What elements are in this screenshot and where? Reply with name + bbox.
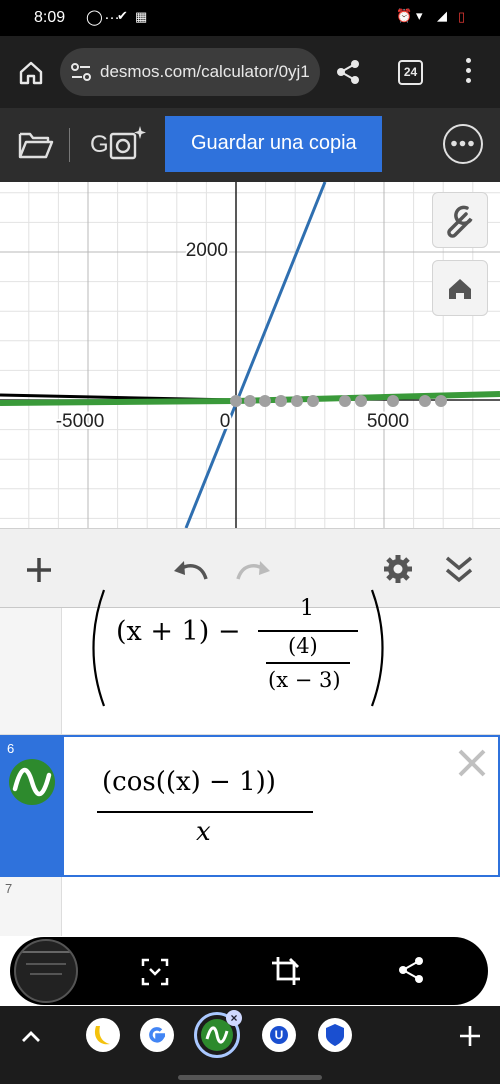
folder-open-icon[interactable] bbox=[18, 130, 54, 160]
home-icon[interactable] bbox=[18, 60, 44, 86]
alarm-icon: ⏰ bbox=[396, 8, 413, 23]
plot-point[interactable] bbox=[307, 395, 319, 407]
graph-canvas[interactable]: 2000 -5000 0 5000 bbox=[0, 182, 500, 528]
expression-index: 6 bbox=[7, 741, 15, 756]
inner-fraction-bar bbox=[266, 662, 350, 664]
expr-term-a: (x + 1) − bbox=[116, 616, 241, 647]
default-viewport-button[interactable] bbox=[432, 260, 488, 316]
image-icon: ▦ bbox=[135, 9, 148, 24]
redo-icon[interactable] bbox=[234, 553, 272, 585]
graph-paper[interactable]: 2000 -5000 0 5000 bbox=[0, 182, 500, 528]
plot-point[interactable] bbox=[275, 395, 287, 407]
y-tick-label: 2000 bbox=[186, 240, 228, 261]
undo-icon[interactable] bbox=[172, 553, 210, 585]
more-horizontal-icon bbox=[451, 140, 474, 147]
plot-point[interactable] bbox=[419, 395, 431, 407]
fraction-bar bbox=[258, 630, 358, 632]
browser-bar: desmos.com/calculator/0yj1 24 bbox=[0, 36, 500, 108]
browser-menu-icon[interactable] bbox=[466, 58, 472, 88]
save-copy-button[interactable]: Guardar una copia bbox=[165, 116, 382, 172]
app-shield-icon[interactable] bbox=[318, 1018, 352, 1052]
plot-point[interactable] bbox=[355, 395, 367, 407]
scroll-capture-icon[interactable] bbox=[140, 957, 170, 987]
save-copy-label: Guardar una copia bbox=[191, 132, 357, 154]
signal-icon: ◢ bbox=[437, 8, 447, 23]
expression-row[interactable]: (x + 1) − 1 (4) (x − 3) bbox=[0, 589, 500, 734]
color-swatch[interactable] bbox=[9, 759, 55, 805]
expr-numerator: 1 bbox=[300, 596, 314, 621]
expr-inner-numerator: (4) bbox=[288, 634, 318, 658]
expression-row-empty[interactable]: 7 bbox=[0, 877, 500, 936]
expression-gutter: 7 bbox=[0, 877, 62, 936]
camera-sparkle-icon[interactable] bbox=[108, 124, 148, 164]
battery-icon: ▯ bbox=[458, 9, 466, 24]
expr-inner-denominator: (x − 3) bbox=[268, 668, 341, 692]
expression-list: (x + 1) − 1 (4) (x − 3) 6 (cos((x) − 1))… bbox=[0, 589, 500, 936]
expression-row-selected[interactable]: 6 (cos((x) − 1)) x bbox=[0, 735, 500, 877]
url-text: desmos.com/calculator/0yj1 bbox=[100, 62, 310, 81]
right-paren bbox=[370, 589, 384, 707]
more-options-button[interactable] bbox=[443, 124, 483, 164]
toolbar-divider bbox=[69, 128, 70, 162]
wrench-icon bbox=[447, 205, 473, 238]
plot-point[interactable] bbox=[230, 395, 242, 407]
delete-expression-icon[interactable] bbox=[456, 747, 488, 779]
home-gesture-bar[interactable] bbox=[178, 1075, 322, 1080]
game-icon: ◯ bbox=[86, 9, 103, 26]
expr-numerator: (cos((x) − 1)) bbox=[102, 767, 276, 797]
app-u-icon[interactable]: U bbox=[262, 1018, 296, 1052]
left-paren bbox=[92, 589, 106, 707]
expression-gutter-selected: 6 bbox=[2, 737, 64, 875]
app-google-icon[interactable] bbox=[140, 1018, 174, 1052]
expression-index: 7 bbox=[5, 881, 13, 896]
screenshot-toolbar bbox=[10, 937, 488, 1005]
chevron-up-icon[interactable] bbox=[20, 1028, 42, 1044]
plot-point[interactable] bbox=[291, 395, 303, 407]
crop-edit-icon[interactable] bbox=[270, 955, 302, 987]
logo-g: G bbox=[90, 131, 109, 158]
expression-gutter bbox=[0, 608, 62, 734]
status-bar: 8:09 ◯ … ✔ ▦ ⏰ ▾ ◢ ▯ bbox=[0, 0, 500, 36]
graph-settings-button[interactable] bbox=[432, 192, 488, 248]
x-tick-label: -5000 bbox=[56, 411, 105, 432]
plot-point[interactable] bbox=[435, 395, 447, 407]
plot-point[interactable] bbox=[387, 395, 399, 407]
check-circle-icon: ✔ bbox=[117, 8, 128, 23]
screenshot-thumbnail[interactable] bbox=[14, 939, 78, 1003]
tab-count: 24 bbox=[403, 65, 418, 79]
wave-icon bbox=[12, 767, 52, 797]
app-banana-icon[interactable] bbox=[86, 1018, 120, 1052]
taskbar: × U bbox=[0, 1006, 500, 1084]
home-icon bbox=[449, 279, 471, 299]
plot-point[interactable] bbox=[259, 395, 271, 407]
share-icon[interactable] bbox=[396, 955, 426, 985]
site-settings-icon[interactable] bbox=[70, 62, 92, 82]
add-icon[interactable] bbox=[458, 1024, 482, 1048]
x-tick-label: 5000 bbox=[367, 411, 409, 432]
plot-point[interactable] bbox=[339, 395, 351, 407]
tab-switcher-button[interactable]: 24 bbox=[398, 60, 423, 85]
wifi-icon: ▾ bbox=[416, 8, 423, 23]
url-bar[interactable]: desmos.com/calculator/0yj1 bbox=[60, 48, 320, 96]
expression-toolbar bbox=[0, 528, 500, 608]
close-app-icon[interactable]: × bbox=[226, 1010, 242, 1026]
major-gridlines bbox=[0, 182, 500, 528]
status-time: 8:09 bbox=[34, 9, 66, 26]
share-icon[interactable] bbox=[334, 58, 362, 86]
expr-denominator: x bbox=[196, 817, 211, 847]
minor-gridlines bbox=[0, 182, 500, 528]
add-expression-icon[interactable] bbox=[24, 555, 54, 585]
fraction-bar bbox=[97, 811, 313, 813]
x-tick-label: 0 bbox=[220, 411, 231, 432]
gear-icon[interactable] bbox=[382, 553, 414, 585]
collapse-list-icon[interactable] bbox=[444, 553, 474, 585]
plot-point[interactable] bbox=[244, 395, 256, 407]
